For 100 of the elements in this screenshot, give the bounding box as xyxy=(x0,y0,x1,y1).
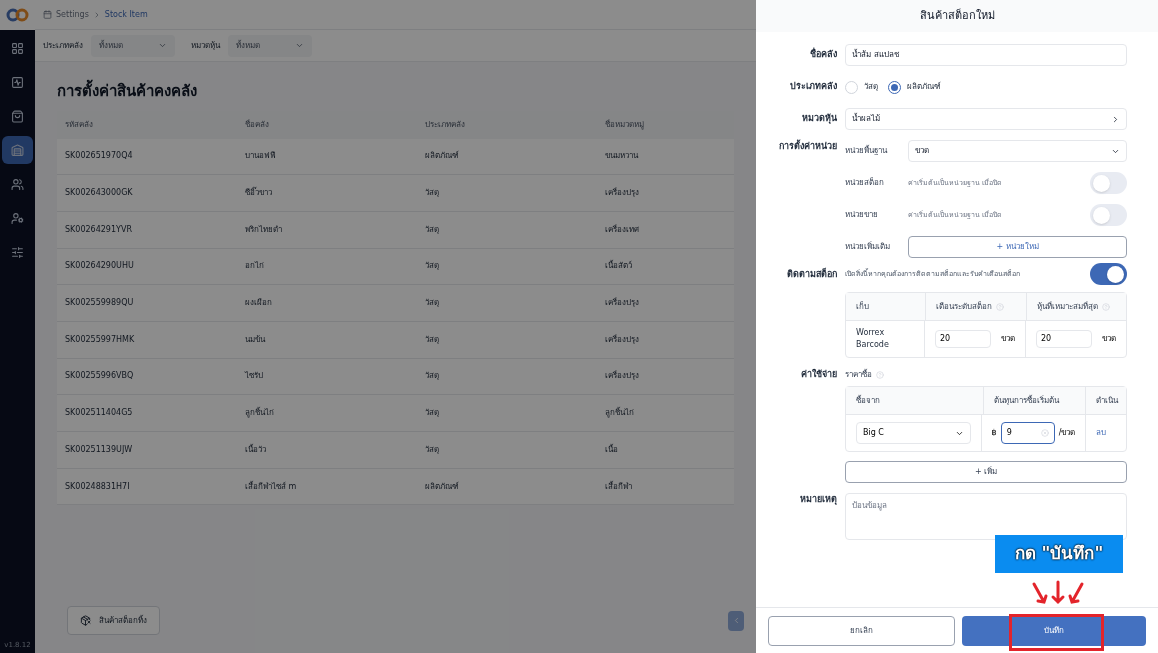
table-cell-text: เสื้อกีฬาไซส์ m xyxy=(244,480,298,493)
table-cell-text: เครื่องปรุง xyxy=(604,333,640,346)
help-icon xyxy=(996,302,1004,311)
table-cell-text: วัสดุ xyxy=(424,187,440,200)
filter-label: หมวดหุ้น xyxy=(191,39,220,52)
breadcrumb-current: Stock Item xyxy=(104,8,148,21)
column-header: หุ้นที่เหมาะสมที่สุด xyxy=(1036,300,1098,313)
chevron-icon xyxy=(1111,114,1120,124)
unit-text: ขวด xyxy=(1102,333,1116,345)
warehouse-icon xyxy=(11,143,24,157)
table-cell-text: ผลิตภัณฑ์ xyxy=(424,150,460,163)
pagination-button[interactable] xyxy=(728,610,744,631)
supplier-dropdown[interactable]: Big C xyxy=(856,422,971,444)
unit-label: หน่วยสต็อก xyxy=(845,177,885,189)
table-cell-text: SK00255996VBQ xyxy=(64,370,135,383)
table-cell-text: เสื้อกีฬา xyxy=(604,480,633,493)
table-cell-text: ลูกชิ้นไก่ xyxy=(244,407,275,420)
table-cell-text: SK00264291YVR xyxy=(64,223,133,236)
toggle-switch[interactable] xyxy=(1090,263,1127,285)
field-label: หมายเหตุ xyxy=(799,493,837,507)
users-icon xyxy=(11,177,24,191)
table-cell-text: เครื่องปรุง xyxy=(604,297,640,310)
logo-icon xyxy=(5,8,30,22)
table-cell-text: อกไก่ xyxy=(244,260,265,273)
table-cell-text: SK00264290UHU xyxy=(64,260,135,273)
field-label: ประเภทคลัง xyxy=(789,80,837,94)
table-cell-text: SK002559989QU xyxy=(64,297,135,310)
chart-icon xyxy=(11,75,24,89)
column-header: เตือนระดับสต็อก xyxy=(936,300,992,313)
table-cell-text: วัสดุ xyxy=(424,333,440,346)
field-label: ติดตามสต็อก xyxy=(786,268,837,281)
table-cell-text: นมข้น xyxy=(244,333,267,346)
table-cell-text: SK002511404G5 xyxy=(64,407,134,420)
currency-symbol: ฿ xyxy=(991,427,997,439)
table-cell-text: วัสดุ xyxy=(424,443,440,456)
table-cell-text: ผงเผือก xyxy=(244,297,273,310)
table-cell-text: บานอฟฟี xyxy=(244,150,277,163)
filter-dropdown[interactable]: ทั้งหมด xyxy=(228,34,312,57)
help-icon xyxy=(876,371,884,379)
chevron-icon xyxy=(295,41,304,50)
sidebar-item[interactable] xyxy=(2,136,33,164)
callout-label: กด "บันทึก" xyxy=(995,535,1123,573)
table-cell-text: SK002651970Q4 xyxy=(64,150,134,163)
column-header: ประเภทคลัง xyxy=(424,118,466,131)
unit-label: หน่วยเพิ่มเติม xyxy=(845,241,891,253)
table-cell-text: SK002643000GK xyxy=(64,187,134,200)
name-field[interactable]: น้ำส้ม สแปลช xyxy=(845,44,1127,66)
new-unit-button[interactable]: + หน่วยใหม่ xyxy=(908,236,1127,258)
bag-icon xyxy=(11,109,24,123)
toggle-switch[interactable] xyxy=(1090,172,1127,194)
grid-icon xyxy=(11,41,24,55)
note-field[interactable]: ป้อนข้อมูล xyxy=(845,493,1127,540)
column-header: ชื่อคลัง xyxy=(244,118,270,131)
table-cell-text: SK00255997HMK xyxy=(64,333,136,346)
column-header: ซื้อจาก xyxy=(856,394,880,407)
page-title: การตั้งค่าสินค้าคงคลัง xyxy=(57,80,734,103)
toggle-switch[interactable] xyxy=(1090,204,1127,226)
cancel-button[interactable]: ยกเลิก xyxy=(768,615,955,646)
table-cell-text: วัสดุ xyxy=(424,407,440,420)
column-header: ดำเนิน xyxy=(1096,394,1118,407)
unit-text: ขวด xyxy=(1001,333,1015,345)
filter-label: ประเภทคลัง xyxy=(43,39,83,52)
table-cell-text: เนื้อสัตว์ xyxy=(604,260,633,273)
table-cell-text: เนื้อ xyxy=(604,443,619,456)
save-button[interactable]: บันทึก xyxy=(961,615,1146,646)
table-cell-text: SK00251139UJW xyxy=(64,443,134,456)
table-cell-text: ขนมหวาน xyxy=(604,150,640,163)
price-field[interactable]: 9 xyxy=(1000,422,1055,444)
field-label: ชื่อคลัง xyxy=(809,48,837,62)
filter-dropdown[interactable]: ทั้งหมด xyxy=(91,34,175,57)
chevron-icon xyxy=(158,41,167,50)
table-cell-text: ไซรัป xyxy=(243,370,264,383)
delete-link[interactable]: ลบ xyxy=(1096,427,1107,439)
alert-level-field[interactable]: 20 xyxy=(935,330,991,348)
table-cell-text: วัสดุ xyxy=(424,260,440,273)
drawer-title: สินค้าสต็อกใหม่ xyxy=(756,0,1158,32)
unit-label: หน่วยขาย xyxy=(845,209,879,221)
radio-option[interactable]: ผลิตภัณฑ์ xyxy=(888,80,941,94)
discarded-stock-button[interactable]: สินค้าสต็อกทิ้ง xyxy=(67,606,160,635)
user-icon xyxy=(11,211,24,225)
table-cell-text: Worrex Barcode xyxy=(855,327,890,351)
field-label: ค่าใช้จ่าย xyxy=(800,368,837,381)
radio-option[interactable]: วัสดุ xyxy=(845,80,878,94)
box-icon xyxy=(80,615,91,626)
table-cell-text: วัสดุ xyxy=(424,223,440,236)
add-supplier-button[interactable]: + เพิ่ม xyxy=(845,461,1127,483)
category-field[interactable]: น้ำผลไม้ xyxy=(845,108,1127,130)
unit-label: หน่วยพื้นฐาน xyxy=(845,145,889,157)
table-cell-text: วัสดุ xyxy=(424,297,440,310)
base-unit-dropdown[interactable]: ขวด xyxy=(908,140,1127,162)
column-header: เก็บ xyxy=(856,300,869,313)
purchase-price-label: ราคาซื้อ xyxy=(845,369,872,381)
calendar-icon xyxy=(43,10,52,19)
table-cell-text: เครื่องปรุง xyxy=(604,187,640,200)
field-label: หมวดหุ้น xyxy=(801,112,837,126)
optimal-stock-field[interactable]: 20 xyxy=(1036,330,1092,348)
column-header: ชื่อหมวดหมู่ xyxy=(604,118,645,131)
table-cell-text: ลูกชิ้นไก่ xyxy=(604,407,635,420)
table-cell-text: ผลิตภัณฑ์ xyxy=(424,480,460,493)
column-header: รหัสคลัง xyxy=(64,118,94,131)
